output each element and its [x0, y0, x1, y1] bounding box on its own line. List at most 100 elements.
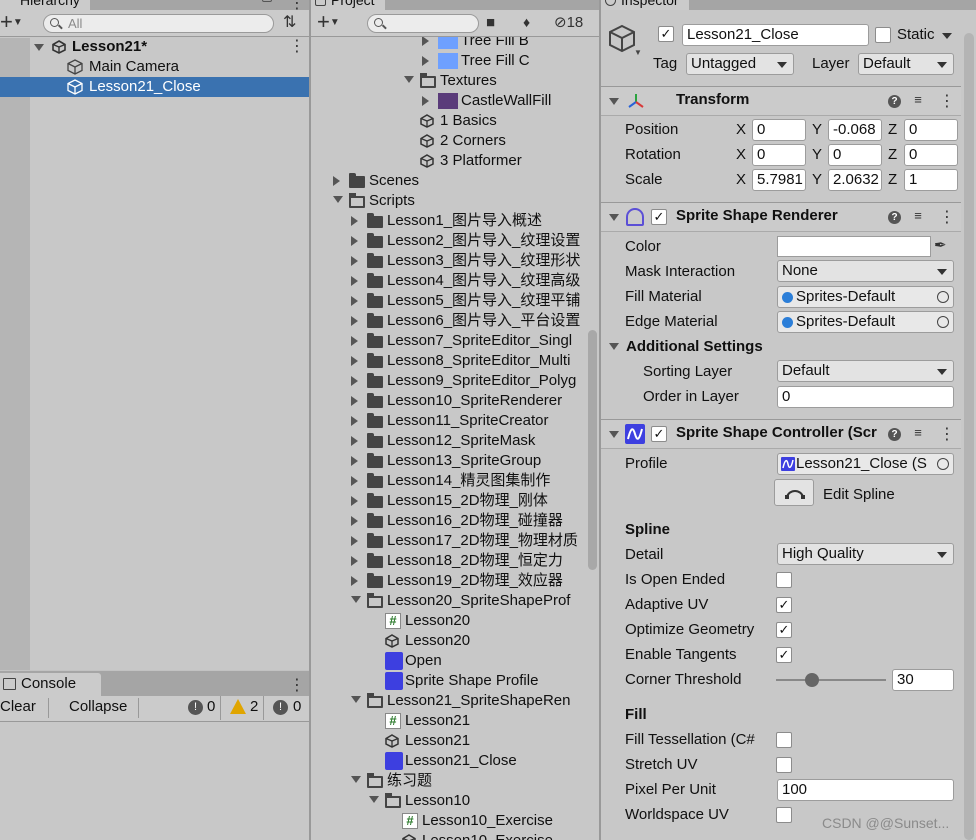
hierarchy-menu-icon[interactable] — [289, 0, 305, 13]
axis-label-y[interactable]: Y — [812, 119, 822, 141]
axis-label-x[interactable]: X — [736, 119, 746, 141]
position-z-field[interactable]: 0 — [904, 119, 958, 141]
project-tree-item[interactable]: CastleWallFill — [311, 91, 585, 111]
expand-arrow-icon[interactable] — [351, 336, 358, 346]
scale-z-field[interactable]: 1 — [904, 169, 958, 191]
project-tree-item[interactable]: Lesson3_图片导入_纹理形状 — [311, 251, 585, 271]
tab-hierarchy[interactable]: Hierarchy — [0, 0, 90, 10]
stretch-uv-checkbox[interactable] — [776, 757, 792, 773]
scene-menu-icon[interactable] — [289, 37, 305, 57]
project-tree-item[interactable]: Lesson9_SpriteEditor_Polyg — [311, 371, 585, 391]
rotation-x-field[interactable]: 0 — [752, 144, 806, 166]
preset-icon[interactable]: ≡ — [911, 209, 925, 223]
project-tree-item[interactable]: Open — [311, 651, 585, 671]
expand-arrow-icon[interactable] — [422, 56, 429, 66]
expand-arrow-icon[interactable] — [422, 37, 429, 46]
project-tree-item[interactable]: 3 Platformer — [311, 151, 585, 171]
expand-arrow-icon[interactable] — [351, 456, 358, 466]
axis-label-z[interactable]: Z — [888, 144, 897, 166]
collapse-arrow-icon[interactable] — [333, 196, 343, 203]
project-tree-item[interactable]: Tree Fill B — [311, 37, 585, 51]
project-tree-item[interactable]: Lesson19_2D物理_效应器 — [311, 571, 585, 591]
adaptive-uv-checkbox[interactable]: ✓ — [776, 597, 792, 613]
hierarchy-search-input[interactable]: All — [43, 14, 274, 33]
axis-label-y[interactable]: Y — [812, 169, 822, 191]
order-in-layer-field[interactable]: 0 — [777, 386, 954, 408]
rotation-y-field[interactable]: 0 — [828, 144, 882, 166]
project-tree-item[interactable]: 1 Basics — [311, 111, 585, 131]
axis-label-x[interactable]: X — [736, 144, 746, 166]
help-icon[interactable]: ? — [888, 95, 901, 108]
project-tree-item[interactable]: Lesson10_SpriteRenderer — [311, 391, 585, 411]
static-checkbox[interactable] — [875, 27, 891, 43]
edit-spline-button[interactable] — [774, 479, 814, 506]
expand-arrow-icon[interactable] — [34, 44, 44, 51]
is-open-ended-checkbox[interactable] — [776, 572, 792, 588]
expand-arrow-icon[interactable] — [351, 236, 358, 246]
label-filter-icon[interactable]: ♦ — [523, 14, 530, 30]
expand-arrow-icon[interactable] — [351, 576, 358, 586]
sprite-shape-controller-header[interactable]: ✓ Sprite Shape Controller (Scr ? ≡ — [601, 419, 961, 449]
project-tree-item[interactable]: 2 Corners — [311, 131, 585, 151]
collapse-arrow-icon[interactable] — [369, 796, 379, 803]
project-tree-item[interactable]: 练习题 — [311, 771, 585, 791]
project-tree-item[interactable]: Lesson21_Close — [311, 751, 585, 771]
scale-x-field[interactable]: 5.7981 — [752, 169, 806, 191]
lock-icon[interactable] — [262, 0, 272, 2]
project-scrollbar[interactable] — [588, 330, 597, 570]
collapse-arrow-icon[interactable] — [351, 596, 361, 603]
static-dropdown-icon[interactable] — [942, 33, 952, 39]
expand-arrow-icon[interactable] — [351, 356, 358, 366]
project-tree-item[interactable]: Lesson15_2D物理_刚体 — [311, 491, 585, 511]
inspector-scrollbar[interactable] — [964, 33, 974, 840]
expand-arrow-icon[interactable] — [351, 376, 358, 386]
project-tree-item[interactable]: Tree Fill C — [311, 51, 585, 71]
rotation-z-field[interactable]: 0 — [904, 144, 958, 166]
controller-enabled-checkbox[interactable]: ✓ — [651, 426, 667, 442]
collapse-arrow-icon[interactable] — [351, 696, 361, 703]
clear-dropdown-icon[interactable] — [48, 698, 49, 718]
mask-interaction-dropdown[interactable]: None — [777, 260, 954, 282]
project-tree-item[interactable]: Lesson7_SpriteEditor_Singl — [311, 331, 585, 351]
eyedropper-icon[interactable]: ✒ — [934, 236, 947, 254]
axis-label-z[interactable]: Z — [888, 119, 897, 141]
project-tree-item[interactable]: Sprite Shape Profile — [311, 671, 585, 691]
add-button[interactable]: +▼ — [0, 10, 23, 34]
project-tree-item[interactable]: Textures — [311, 71, 585, 91]
layer-dropdown[interactable]: Default — [858, 53, 954, 75]
fill-tessellation-checkbox[interactable] — [776, 732, 792, 748]
project-tree-item[interactable]: # Lesson20 — [311, 611, 585, 631]
tab-console[interactable]: Console — [0, 673, 101, 696]
collapse-button[interactable]: Collapse — [69, 698, 127, 715]
renderer-enabled-checkbox[interactable]: ✓ — [651, 209, 667, 225]
scene-row[interactable]: Lesson21* — [0, 37, 309, 57]
object-picker-icon[interactable] — [937, 291, 949, 303]
tag-dropdown[interactable]: Untagged — [686, 53, 794, 75]
detail-dropdown[interactable]: High Quality — [777, 543, 954, 565]
expand-arrow-icon[interactable] — [351, 256, 358, 266]
collapse-arrow-icon[interactable] — [351, 776, 361, 783]
foldout-arrow-icon[interactable] — [609, 214, 619, 221]
enable-tangents-checkbox[interactable]: ✓ — [776, 647, 792, 663]
project-tree-item[interactable]: Scripts — [311, 191, 585, 211]
project-tree-item[interactable]: Lesson16_2D物理_碰撞器 — [311, 511, 585, 531]
axis-label-z[interactable]: Z — [888, 169, 897, 191]
foldout-arrow-icon[interactable] — [609, 431, 619, 438]
project-tree-item[interactable]: Lesson13_SpriteGroup — [311, 451, 585, 471]
expand-arrow-icon[interactable] — [333, 176, 340, 186]
pixel-per-unit-field[interactable]: 100 — [777, 779, 954, 801]
component-menu-icon[interactable] — [939, 91, 955, 111]
expand-arrow-icon[interactable] — [351, 536, 358, 546]
project-tree-item[interactable]: Lesson4_图片导入_纹理高级 — [311, 271, 585, 291]
project-tree-item[interactable]: Lesson18_2D物理_恒定力 — [311, 551, 585, 571]
corner-threshold-slider[interactable] — [776, 670, 886, 690]
console-menu-icon[interactable] — [289, 675, 305, 695]
profile-field[interactable]: Lesson21_Close (S — [777, 453, 954, 475]
object-picker-icon[interactable] — [937, 458, 949, 470]
expand-arrow-icon[interactable] — [351, 276, 358, 286]
project-tree-item[interactable]: Lesson10_Exercise — [311, 831, 585, 840]
axis-label-y[interactable]: Y — [812, 144, 822, 166]
expand-arrow-icon[interactable] — [351, 436, 358, 446]
hierarchy-item-main-camera[interactable]: Main Camera — [0, 57, 309, 77]
help-icon[interactable]: ? — [888, 428, 901, 441]
